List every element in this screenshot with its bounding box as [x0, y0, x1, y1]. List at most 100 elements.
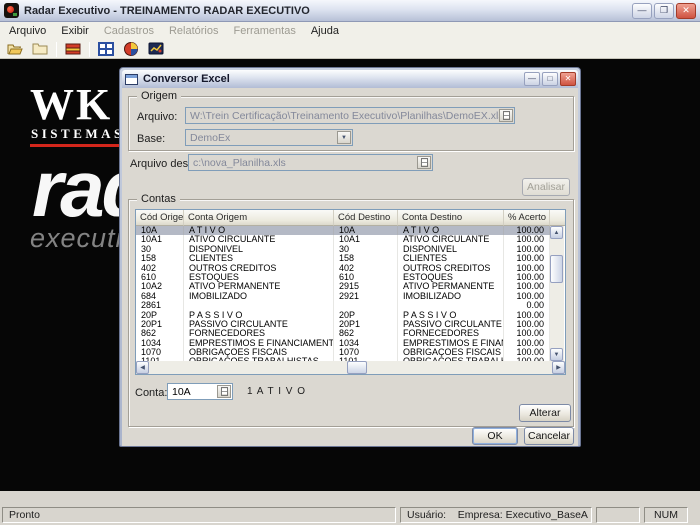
open-folder-icon[interactable]: [4, 40, 26, 58]
cell-acerto: 100.00: [504, 282, 550, 291]
table-row[interactable]: 402OUTROS CRÉDITOS402OUTROS CRÉDITOS100.…: [136, 264, 550, 273]
analisar-button[interactable]: Analisar: [522, 178, 570, 196]
cell-cod_destino: 1070: [334, 348, 398, 357]
conta-description: 1 A T I V O: [247, 386, 306, 397]
horizontal-scroll-thumb[interactable]: [347, 361, 367, 374]
table-row[interactable]: 158CLIENTES158CLIENTES100.00: [136, 254, 550, 263]
status-empty-panel: [596, 507, 640, 523]
table-row[interactable]: 862FORNECEDORES862FORNECEDORES100.00: [136, 329, 550, 338]
column-header-acerto[interactable]: % Acerto: [504, 210, 550, 226]
conta-label: Conta:: [135, 387, 167, 399]
cell-acerto: 0.00: [504, 301, 550, 310]
cell-conta_destino: OUTROS CRÉDITOS: [398, 264, 504, 273]
dialog-titlebar[interactable]: Conversor Excel — □ ✕: [122, 70, 578, 88]
browse-arquivo-button[interactable]: [499, 109, 513, 122]
cell-conta_origem: EMPRÉSTIMOS E FINANCIAMENTOS: [184, 339, 334, 348]
close-button[interactable]: ✕: [676, 3, 696, 19]
minimize-button[interactable]: —: [632, 3, 652, 19]
grid-window-icon[interactable]: [95, 40, 117, 58]
restore-button[interactable]: ❐: [654, 3, 674, 19]
destino-input[interactable]: c:\nova_Planilha.xls: [188, 154, 433, 171]
cell-acerto: 100.00: [504, 226, 550, 235]
scroll-right-button[interactable]: ▶: [552, 361, 565, 374]
horizontal-scrollbar[interactable]: ◀ ▶: [136, 361, 565, 374]
ok-button[interactable]: OK: [472, 427, 518, 445]
origem-group: Origem Arquivo: W:\Trein Certificação\Tr…: [128, 96, 574, 151]
presentation-icon[interactable]: [145, 40, 167, 58]
column-header-conta-origem[interactable]: Conta Origem: [184, 210, 334, 226]
vertical-scrollbar[interactable]: ▲ ▼: [550, 226, 564, 361]
table-row[interactable]: 20P1PASSIVO CIRCULANTE20P1PASSIVO CIRCUL…: [136, 320, 550, 329]
pie-chart-icon[interactable]: [120, 40, 142, 58]
scroll-up-button[interactable]: ▲: [550, 226, 563, 239]
table-row[interactable]: 1070OBRIGAÇÕES FISCAIS1070OBRIGAÇÕES FIS…: [136, 348, 550, 357]
column-header-conta-destino[interactable]: Conta Destino: [398, 210, 504, 226]
arrow-left-icon: ◀: [140, 365, 145, 371]
cell-cod_origem: 610: [136, 273, 184, 282]
menu-item-exibir[interactable]: Exibir: [61, 25, 89, 37]
cancelar-button[interactable]: Cancelar: [524, 427, 574, 445]
document-icon: [503, 111, 510, 120]
money-table-icon[interactable]: [62, 40, 84, 58]
conversor-excel-dialog: Conversor Excel — □ ✕ Origem Arquivo: W:…: [119, 67, 581, 447]
combo-dropdown-button[interactable]: ▼: [337, 131, 351, 144]
cell-conta_origem: OUTROS CRÉDITOS: [184, 264, 334, 273]
arrow-up-icon: ▲: [554, 230, 560, 236]
cell-cod_destino: 2915: [334, 282, 398, 291]
menu-item-arquivo[interactable]: Arquivo: [9, 25, 46, 37]
menu-item-relatorios[interactable]: Relatórios: [169, 25, 219, 37]
cell-cod_destino: 862: [334, 329, 398, 338]
scroll-left-button[interactable]: ◀: [136, 361, 149, 374]
table-row[interactable]: 610ESTOQUES610ESTOQUES100.00: [136, 273, 550, 282]
arquivo-input[interactable]: W:\Trein Certificação\Treinamento Execut…: [185, 107, 515, 124]
table-row[interactable]: 28610.00: [136, 301, 550, 310]
contas-legend: Contas: [137, 193, 180, 205]
cell-cod_origem: 30: [136, 245, 184, 254]
menu-item-ferramentas[interactable]: Ferramentas: [233, 25, 295, 37]
contas-group: Contas Cód Origem Conta Origem Cód Desti…: [128, 199, 574, 427]
cell-cod_destino: 610: [334, 273, 398, 282]
table-row[interactable]: 10A2ATIVO PERMANENTE2915ATIVO PERMANENTE…: [136, 282, 550, 291]
document-icon: [421, 158, 428, 167]
cell-cod_origem: 1070: [136, 348, 184, 357]
menu-item-cadastros[interactable]: Cadastros: [104, 25, 154, 37]
folder-icon[interactable]: [29, 40, 51, 58]
cell-cod_origem: 402: [136, 264, 184, 273]
conta-lookup-button[interactable]: [217, 385, 231, 398]
cell-cod_origem: 20P: [136, 311, 184, 320]
base-combobox[interactable]: DemoEx ▼: [185, 129, 353, 146]
contas-rows: 10AA T I V O10AA T I V O100.0010A1ATIVO …: [136, 226, 550, 361]
dialog-minimize-button[interactable]: —: [524, 72, 540, 86]
cell-conta_destino: OBRIGAÇÕES FISCAIS: [398, 348, 504, 357]
main-titlebar[interactable]: Radar Executivo - TREINAMENTO RADAR EXEC…: [0, 0, 700, 22]
conta-input[interactable]: 10A: [167, 383, 233, 400]
dialog-maximize-button[interactable]: □: [542, 72, 558, 86]
cell-acerto: 100.00: [504, 264, 550, 273]
column-header-cod-origem[interactable]: Cód Origem: [136, 210, 184, 226]
cell-cod_origem: 10A1: [136, 235, 184, 244]
cell-acerto: 100.00: [504, 339, 550, 348]
app-icon: [4, 3, 19, 18]
alterar-button[interactable]: Alterar: [519, 404, 571, 422]
cell-cod_destino: 10A1: [334, 235, 398, 244]
browse-destino-button[interactable]: [417, 156, 431, 169]
table-row[interactable]: 10AA T I V O10AA T I V O100.00: [136, 226, 550, 235]
wk-sistemas-label: SISTEMAS: [31, 126, 125, 142]
arrow-right-icon: ▶: [556, 365, 561, 371]
table-row[interactable]: 684IMOBILIZADO2921IMOBILIZADO100.00: [136, 292, 550, 301]
arrow-down-icon: ▼: [554, 352, 560, 358]
table-row[interactable]: 20PP A S S I V O20PP A S S I V O100.00: [136, 311, 550, 320]
scroll-down-button[interactable]: ▼: [550, 348, 563, 361]
cell-cod_destino: 30: [334, 245, 398, 254]
table-row[interactable]: 10A1ATIVO CIRCULANTE10A1ATIVO CIRCULANTE…: [136, 235, 550, 244]
cell-conta_origem: ESTOQUES: [184, 273, 334, 282]
dialog-close-button[interactable]: ✕: [560, 72, 576, 86]
cell-acerto: 100.00: [504, 254, 550, 263]
cell-conta_destino: ATIVO PERMANENTE: [398, 282, 504, 291]
table-row[interactable]: 30DISPONÍVEL30DISPONÍVEL100.00: [136, 245, 550, 254]
column-header-cod-destino[interactable]: Cód Destino: [334, 210, 398, 226]
menu-item-ajuda[interactable]: Ajuda: [311, 25, 339, 37]
vertical-scroll-thumb[interactable]: [550, 255, 563, 283]
cell-cod_origem: 10A2: [136, 282, 184, 291]
table-row[interactable]: 1034EMPRÉSTIMOS E FINANCIAMENTOS1034EMPR…: [136, 339, 550, 348]
